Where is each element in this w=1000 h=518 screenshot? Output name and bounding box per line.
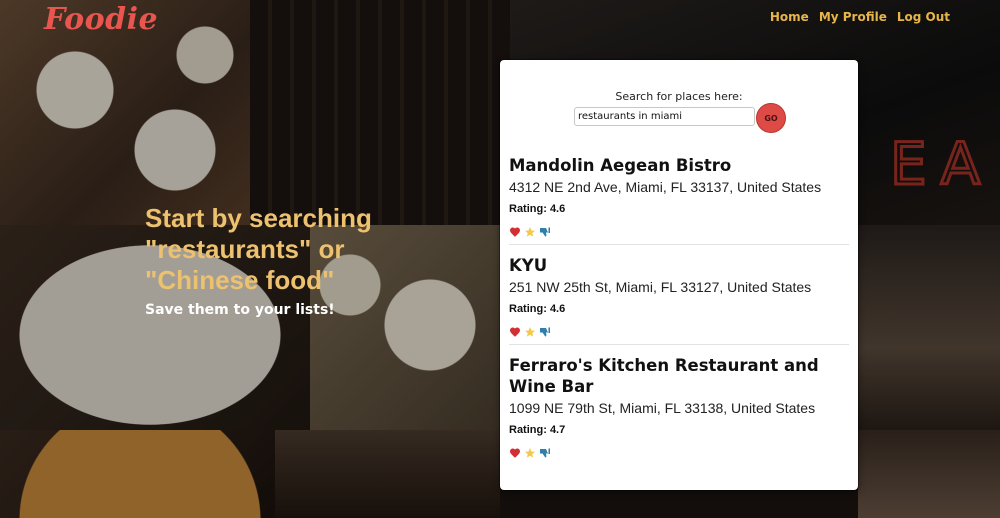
heart-icon[interactable]: [509, 323, 521, 337]
hero: Start by searching "restaurants" or "Chi…: [145, 203, 465, 318]
hero-subtitle: Save them to your lists!: [145, 302, 335, 318]
search-panel: Search for places here: GO Mandolin Aege…: [500, 60, 858, 490]
star-icon[interactable]: [524, 444, 536, 458]
thumbs-down-icon[interactable]: [539, 223, 551, 237]
thumbs-down-icon[interactable]: [539, 323, 551, 337]
result-name[interactable]: Ferraro's Kitchen Restaurant and Wine Ba…: [509, 355, 849, 397]
result-actions: [509, 223, 849, 237]
result-actions: [509, 444, 849, 458]
result-item: KYU 251 NW 25th St, Miami, FL 33127, Uni…: [509, 255, 849, 345]
result-address: 1099 NE 79th St, Miami, FL 33138, United…: [509, 400, 816, 416]
star-icon[interactable]: [524, 223, 536, 237]
heart-icon[interactable]: [509, 223, 521, 237]
results-list: Mandolin Aegean Bistro 4312 NE 2nd Ave, …: [509, 155, 849, 475]
result-address: 251 NW 25th St, Miami, FL 33127, United …: [509, 279, 812, 295]
nav-profile-link[interactable]: My Profile: [819, 10, 887, 24]
result-rating: Rating: 4.7: [509, 424, 566, 436]
top-nav: Home My Profile Log Out: [770, 10, 950, 24]
nav-home-link[interactable]: Home: [770, 10, 809, 24]
result-address: 4312 NE 2nd Ave, Miami, FL 33137, United…: [509, 179, 822, 195]
result-item: Mandolin Aegean Bistro 4312 NE 2nd Ave, …: [509, 155, 849, 245]
search-label: Search for places here:: [615, 90, 743, 103]
foodie-logo[interactable]: Foodie: [44, 2, 158, 37]
search-input[interactable]: [574, 107, 755, 126]
result-name[interactable]: KYU: [509, 255, 849, 276]
nav-logout-link[interactable]: Log Out: [897, 10, 950, 24]
thumbs-down-icon[interactable]: [539, 444, 551, 458]
star-icon[interactable]: [524, 323, 536, 337]
hero-title: Start by searching "restaurants" or "Chi…: [145, 203, 372, 295]
go-button[interactable]: GO: [756, 103, 786, 133]
result-rating: Rating: 4.6: [509, 203, 566, 215]
result-name[interactable]: Mandolin Aegean Bistro: [509, 155, 849, 176]
result-item: Ferraro's Kitchen Restaurant and Wine Ba…: [509, 355, 849, 465]
heart-icon[interactable]: [509, 444, 521, 458]
result-actions: [509, 323, 849, 337]
result-rating: Rating: 4.6: [509, 303, 566, 315]
